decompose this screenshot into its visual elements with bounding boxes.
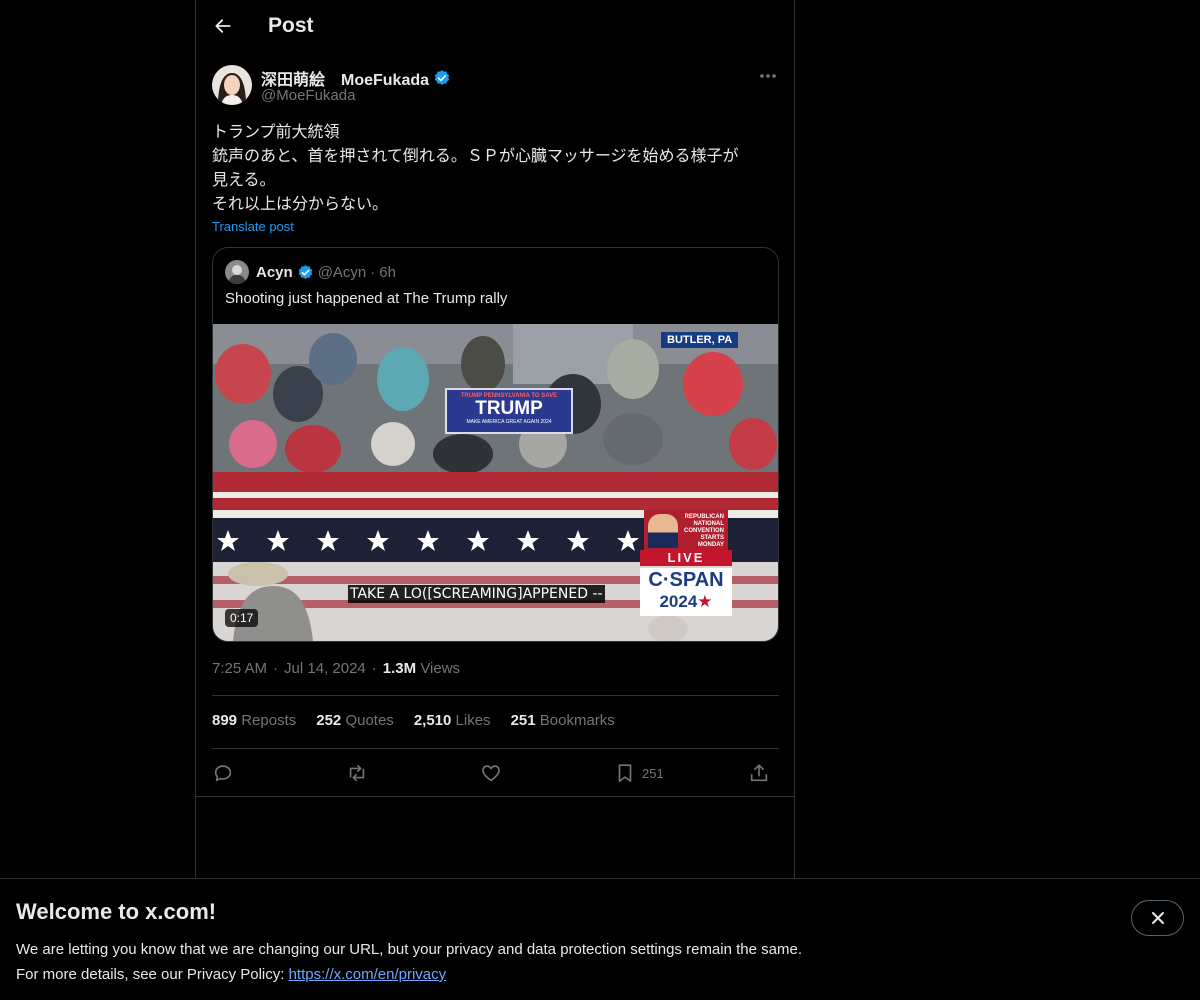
heart-icon — [482, 765, 500, 782]
quoted-post[interactable]: Acyn @Acyn · 6h Shooting just happened a… — [212, 247, 779, 642]
share-icon — [750, 764, 768, 782]
banner-title: Welcome to x.com! — [16, 899, 217, 924]
year-star: ★ — [697, 592, 713, 611]
year-prefix: 2024 — [659, 592, 698, 611]
post-line: それ以上は分からない。 — [212, 194, 389, 213]
cspan-network: C·SPAN — [648, 569, 724, 591]
divider — [196, 796, 794, 797]
post-text: トランプ前大統領 銃声のあと、首を押されて倒れる。ＳＰが心臓マッサージを始める様… — [212, 120, 782, 216]
quote-text: Shooting just happened at The Trump rall… — [225, 290, 508, 307]
trump-sign: TRUMP PENNSYLVANIA TO SAVE TRUMP MAKE AM… — [445, 388, 573, 434]
quotes-stat[interactable]: 252 Quotes — [316, 712, 394, 729]
close-icon — [1151, 912, 1164, 924]
bookmarks-stat[interactable]: 251 Bookmarks — [511, 712, 615, 729]
bookmarks-count: 251 — [510, 712, 536, 729]
views-label: Views — [420, 660, 461, 677]
likes-label: Likes — [455, 712, 491, 729]
quote-header: Acyn @Acyn · 6h — [225, 260, 396, 284]
video-caption: TAKE A LO([SCREAMING]APPENED -- — [348, 585, 605, 603]
action-bar: 251 — [212, 760, 779, 786]
quote-author-name[interactable]: Acyn — [256, 264, 293, 281]
separator-dot: · — [273, 660, 279, 677]
verified-badge-icon — [434, 70, 450, 85]
reply-button[interactable] — [212, 760, 234, 786]
bookmarks-label: Bookmarks — [539, 712, 615, 729]
banner-line: We are letting you know that we are chan… — [16, 941, 802, 958]
reposts-label: Reposts — [241, 712, 297, 729]
avatar[interactable] — [212, 65, 252, 105]
quote-avatar[interactable] — [225, 260, 249, 284]
post-line: 銃声のあと、首を押されて倒れる。ＳＰが心臓マッサージを始める様子が — [212, 146, 739, 165]
translate-post-link[interactable]: Translate post — [212, 219, 294, 234]
separator-dot: · — [371, 660, 377, 677]
reply-icon — [214, 765, 232, 782]
engagement-stats: 899 Reposts 252 Quotes 2,510 Likes 251 B… — [212, 712, 635, 729]
cspan-year: 2024★ — [640, 592, 732, 612]
views-count: 1.3M — [382, 660, 417, 677]
author-handle[interactable]: @MoeFukada — [261, 87, 355, 104]
banner-line: For more details, see our Privacy Policy… — [16, 962, 802, 987]
rnc-portrait — [648, 514, 678, 548]
bookmark-button[interactable]: 251 — [614, 760, 664, 786]
back-button[interactable] — [208, 11, 238, 41]
views[interactable]: 1.3M Views — [383, 660, 460, 677]
cspan-overlay: REPUBLICAN NATIONAL CONVENTION STARTS MO… — [640, 510, 732, 616]
reposts-count: 899 — [212, 712, 238, 729]
banner-text: We are letting you know that we are chan… — [16, 937, 802, 987]
post-line: 見える。 — [212, 170, 276, 189]
quotes-label: Quotes — [345, 712, 394, 729]
close-button[interactable] — [1131, 900, 1184, 936]
page-title: Post — [268, 14, 314, 37]
likes-stat[interactable]: 2,510 Likes — [414, 712, 491, 729]
quote-timestamp[interactable]: 6h — [379, 264, 396, 281]
post-line: トランプ前大統領 — [212, 122, 340, 141]
quotes-count: 252 — [316, 712, 342, 729]
more-dots-icon — [760, 74, 776, 78]
arrow-left-icon — [215, 19, 231, 33]
bookmark-count: 251 — [642, 765, 664, 781]
welcome-banner: Welcome to x.com! We are letting you kno… — [0, 878, 1200, 1000]
video-player[interactable]: TRUMP PENNSYLVANIA TO SAVE TRUMP MAKE AM… — [213, 324, 778, 641]
quote-author-handle[interactable]: @Acyn — [318, 264, 367, 281]
repost-button[interactable] — [346, 760, 368, 786]
likes-count: 2,510 — [413, 712, 452, 729]
like-button[interactable] — [480, 760, 502, 786]
share-button[interactable] — [748, 760, 770, 786]
rnc-text: REPUBLICAN NATIONAL CONVENTION STARTS MO… — [683, 514, 724, 548]
banner-line-prefix: For more details, see our Privacy Policy… — [16, 966, 289, 983]
verified-badge-icon — [298, 264, 312, 279]
page-header: Post — [196, 0, 794, 53]
more-options-button[interactable] — [756, 66, 780, 86]
sign-bottom-text: MAKE AMERICA GREAT AGAIN 2024 — [466, 419, 552, 425]
post-time[interactable]: 7:25 AM — [212, 660, 267, 677]
divider — [212, 695, 779, 696]
rnc-banner: REPUBLICAN NATIONAL CONVENTION STARTS MO… — [644, 510, 728, 550]
sign-main-text: TRUMP — [475, 398, 543, 419]
live-badge: LIVE — [640, 550, 732, 566]
post-date[interactable]: Jul 14, 2024 — [284, 660, 366, 677]
location-badge: BUTLER, PA — [661, 332, 739, 348]
privacy-policy-link[interactable]: https://x.com/en/privacy — [289, 966, 447, 983]
bookmark-icon — [618, 764, 632, 783]
reposts-stat[interactable]: 899 Reposts — [212, 712, 296, 729]
separator-dot: · — [370, 263, 376, 281]
video-duration: 0:17 — [225, 609, 259, 627]
cspan-logo: C·SPAN 2024★ — [640, 568, 732, 616]
main-column: Post 深田萌絵 MoeFukada @MoeFukada トランプ前大統領 … — [195, 0, 795, 880]
divider — [212, 748, 779, 749]
repost-icon — [349, 764, 365, 782]
post-meta: 7:25 AM · Jul 14, 2024 · 1.3M Views — [212, 660, 460, 677]
